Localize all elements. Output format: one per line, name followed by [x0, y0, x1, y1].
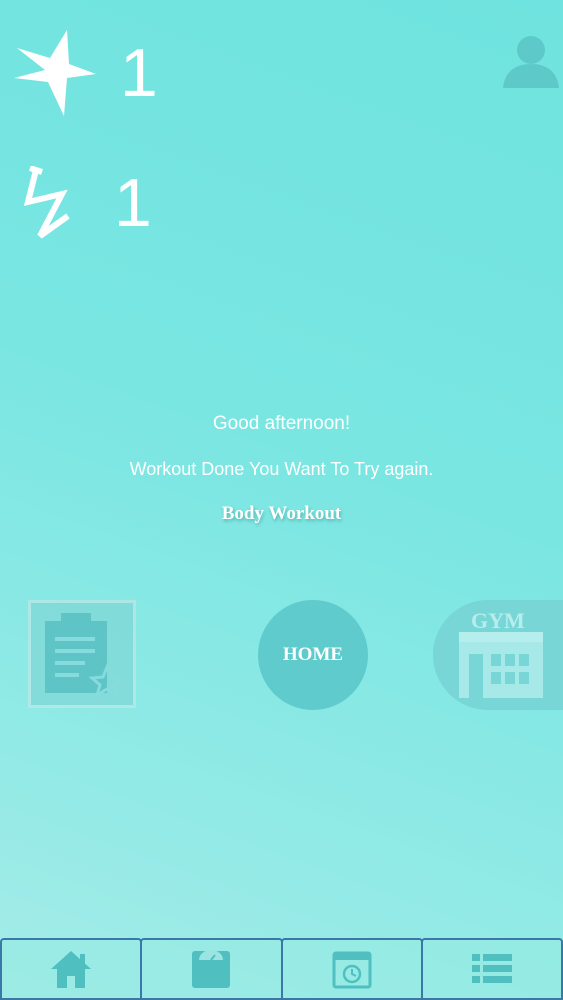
gym-building-icon: GYM [459, 608, 543, 698]
bottom-tab-bar [0, 938, 563, 1000]
workout-plan-button[interactable] [28, 600, 136, 708]
workout-name-link[interactable]: Body Workout [0, 503, 563, 525]
tab-list[interactable] [420, 938, 563, 1000]
gym-label: GYM [471, 608, 525, 633]
tab-weight[interactable] [140, 938, 283, 1000]
energy-counter: 1 [20, 166, 152, 240]
scale-icon [192, 950, 231, 988]
clipboard-star-icon [45, 613, 126, 699]
stars-counter: 1 [12, 30, 158, 116]
profile-button[interactable] [501, 32, 563, 92]
home-icon [51, 951, 92, 988]
tab-schedule[interactable] [280, 938, 423, 1000]
status-message: Workout Done You Want To Try again. [129, 459, 434, 479]
gym-button[interactable]: GYM [433, 600, 563, 710]
tab-home[interactable] [0, 938, 143, 1000]
lightning-icon [23, 166, 70, 239]
home-button[interactable]: HOME [258, 600, 368, 710]
stars-value: 1 [120, 35, 158, 111]
greeting-text: Good afternoon! [212, 413, 351, 434]
calendar-clock-icon [332, 951, 372, 989]
user-icon [503, 36, 559, 88]
energy-value: 1 [114, 165, 152, 241]
star-icon [14, 30, 96, 116]
list-icon [471, 954, 512, 983]
